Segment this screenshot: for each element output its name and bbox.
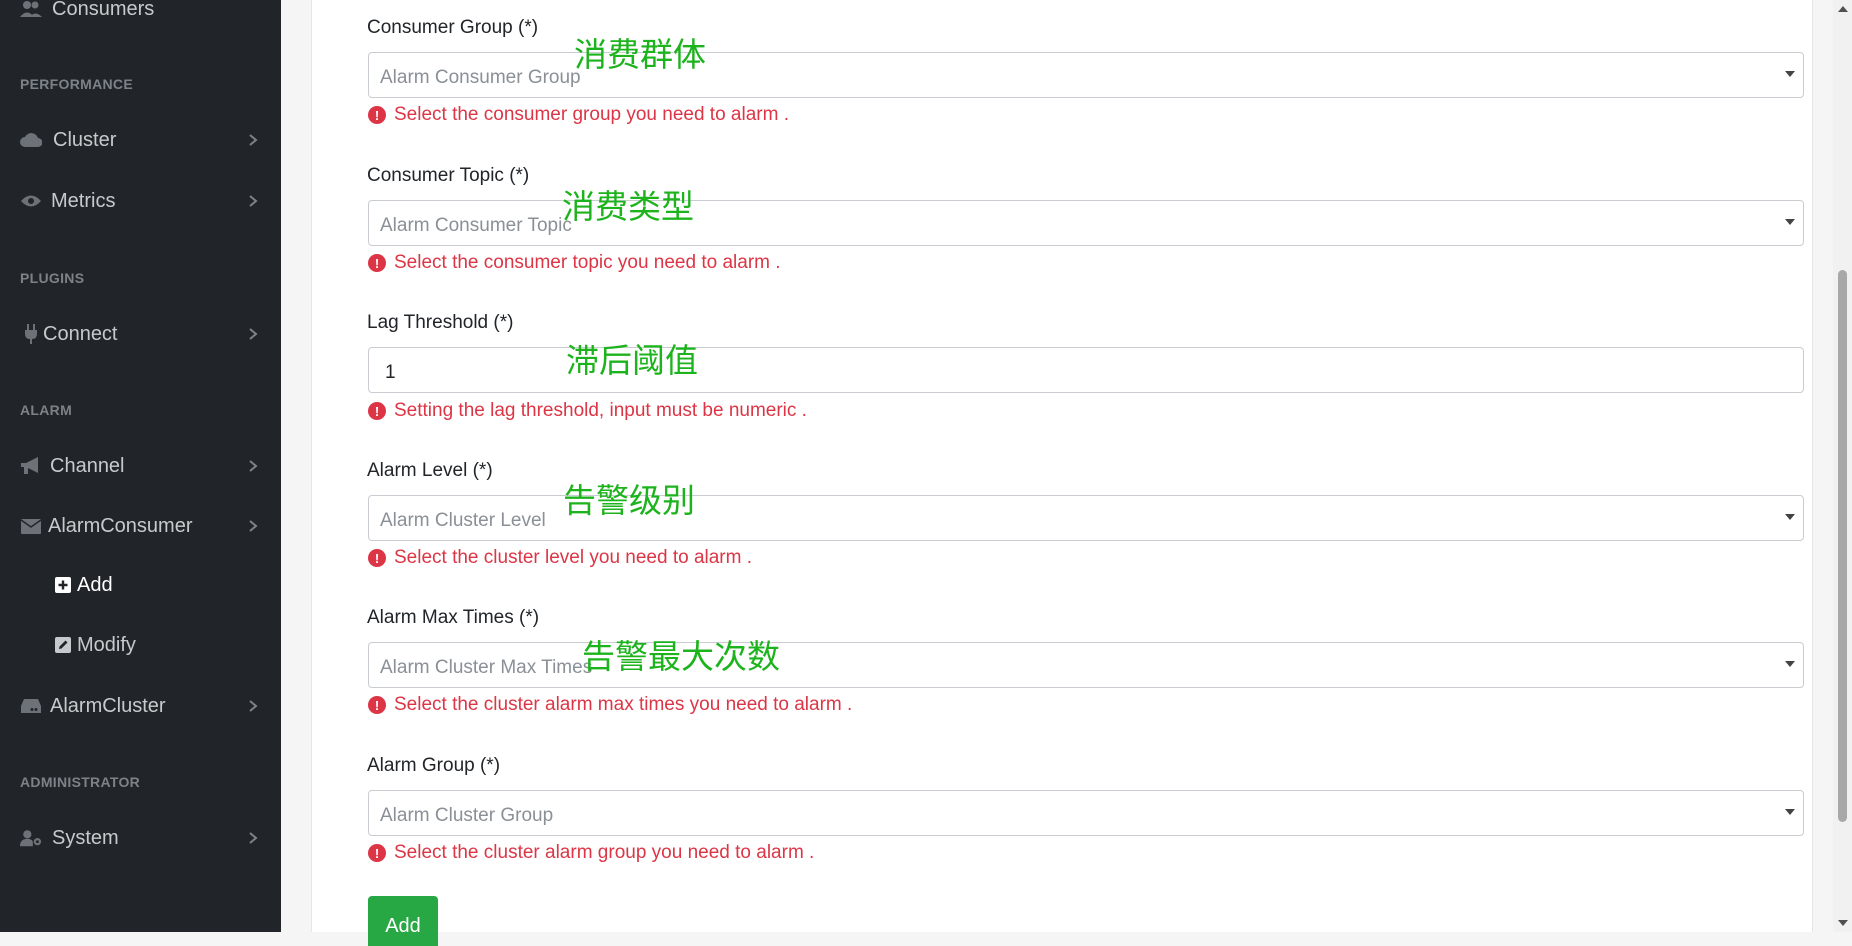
sidebar-item-connect[interactable]: Connect: [0, 311, 281, 357]
error-icon: !: [368, 402, 386, 420]
sidebar-item-label: Consumers: [52, 0, 155, 20]
alarm-max-times-error: ! Select the cluster alarm max times you…: [368, 694, 852, 716]
caret-down-icon: [1785, 514, 1795, 520]
consumer-topic-label: Consumer Topic (*): [367, 165, 530, 186]
caret-down-icon: [1785, 661, 1795, 667]
error-icon: !: [368, 549, 386, 567]
scroll-up-icon[interactable]: [1838, 6, 1848, 12]
caret-down-icon: [1785, 71, 1795, 77]
sidebar-item-alarmconsumer[interactable]: AlarmConsumer: [0, 503, 281, 549]
sidebar-item-consumers[interactable]: Consumers: [0, 0, 281, 32]
sidebar-item-alarmcluster[interactable]: AlarmCluster: [0, 683, 281, 729]
chevron-right-icon: [249, 832, 258, 844]
sidebar-item-label: Modify: [77, 634, 136, 656]
consumer-topic-annotation: 消费类型: [562, 188, 694, 225]
sidebar-item-label: Connect: [43, 322, 118, 345]
section-title-administrator: ADMINISTRATOR: [20, 774, 141, 790]
sidebar-item-label: Metrics: [51, 189, 116, 212]
lag-threshold-annotation: 滞后阈值: [566, 342, 698, 379]
chevron-right-icon: [249, 460, 258, 472]
section-title-plugins: PLUGINS: [20, 270, 85, 286]
eye-icon: [20, 190, 42, 212]
alarm-max-times-error-text: Select the cluster alarm max times you n…: [394, 694, 853, 715]
consumer-topic-error: ! Select the consumer topic you need to …: [368, 252, 781, 274]
section-title-alarm: ALARM: [20, 402, 73, 418]
section-title-performance: PERFORMANCE: [20, 76, 133, 92]
plug-icon: [20, 323, 42, 345]
consumer-topic-placeholder: Alarm Consumer Topic: [380, 215, 572, 236]
alarm-group-error-text: Select the cluster alarm group you need …: [394, 842, 815, 863]
sidebar-item-cluster[interactable]: Cluster: [0, 117, 281, 163]
chevron-right-icon: [249, 520, 258, 532]
consumer-group-placeholder: Alarm Consumer Group: [380, 67, 581, 88]
alarm-group-error: ! Select the cluster alarm group you nee…: [368, 842, 814, 864]
alarm-group-label: Alarm Group (*): [367, 755, 501, 776]
sidebar-item-label: Cluster: [53, 128, 117, 151]
chevron-right-icon: [249, 134, 258, 146]
chevron-right-icon: [249, 195, 258, 207]
error-icon: !: [368, 844, 386, 862]
sidebar-subitem-add[interactable]: Add: [0, 562, 281, 608]
consumer-group-label: Consumer Group (*): [367, 17, 539, 38]
alarm-level-error: ! Select the cluster level you need to a…: [368, 547, 752, 569]
sidebar-item-label: Channel: [50, 454, 125, 477]
alarm-level-placeholder: Alarm Cluster Level: [380, 510, 546, 531]
alarm-max-times-label: Alarm Max Times (*): [367, 607, 540, 628]
sidebar-item-label: System: [52, 826, 119, 849]
sidebar: Consumers PERFORMANCE Cluster Metrics PL…: [0, 0, 281, 932]
edit-icon: [52, 634, 74, 656]
alarm-group-placeholder: Alarm Cluster Group: [380, 805, 554, 826]
consumer-group-error: ! Select the consumer group you need to …: [368, 104, 789, 126]
alarm-max-times-annotation: 告警最大次数: [582, 638, 780, 675]
alarm-level-label: Alarm Level (*): [367, 460, 493, 481]
lag-threshold-value: 1: [385, 362, 396, 383]
scrollbar-thumb[interactable]: [1838, 270, 1847, 822]
sidebar-item-label: Add: [77, 574, 113, 596]
user-cog-icon: [20, 827, 42, 849]
sidebar-item-channel[interactable]: Channel: [0, 443, 281, 489]
error-icon: !: [368, 696, 386, 714]
users-icon: [20, 0, 42, 20]
main-content: Consumer Group (*) Alarm Consumer Group …: [281, 0, 1833, 946]
error-icon: !: [368, 254, 386, 272]
plus-square-icon: [52, 574, 74, 596]
caret-down-icon: [1785, 809, 1795, 815]
add-button[interactable]: Add: [368, 896, 438, 946]
sidebar-item-metrics[interactable]: Metrics: [0, 178, 281, 224]
lag-threshold-error-text: Setting the lag threshold, input must be…: [394, 400, 807, 421]
alarm-level-error-text: Select the cluster level you need to ala…: [394, 547, 753, 568]
alarm-level-annotation: 告警级别: [563, 482, 695, 519]
bullhorn-icon: [20, 455, 42, 477]
chevron-right-icon: [249, 328, 258, 340]
sidebar-item-label: AlarmCluster: [50, 694, 166, 717]
envelope-icon: [20, 515, 42, 537]
lag-threshold-label: Lag Threshold (*): [367, 312, 514, 333]
alarm-group-select[interactable]: Alarm Cluster Group: [368, 790, 1804, 836]
chevron-right-icon: [249, 700, 258, 712]
sidebar-subitem-modify[interactable]: Modify: [0, 622, 281, 668]
hdd-icon: [20, 695, 42, 717]
sidebar-item-label: AlarmConsumer: [48, 514, 193, 537]
caret-down-icon: [1785, 219, 1795, 225]
form-card: Consumer Group (*) Alarm Consumer Group …: [311, 0, 1813, 946]
lag-threshold-error: ! Setting the lag threshold, input must …: [368, 400, 807, 422]
consumer-group-annotation: 消费群体: [574, 36, 706, 73]
consumer-group-error-text: Select the consumer group you need to al…: [394, 104, 790, 125]
sidebar-item-system[interactable]: System: [0, 815, 281, 861]
vertical-scrollbar[interactable]: [1833, 0, 1852, 932]
error-icon: !: [368, 106, 386, 124]
cloud-icon: [20, 129, 42, 151]
scroll-down-icon[interactable]: [1838, 920, 1848, 926]
alarm-max-times-placeholder: Alarm Cluster Max Times: [380, 657, 593, 678]
consumer-topic-error-text: Select the consumer topic you need to al…: [394, 252, 781, 273]
